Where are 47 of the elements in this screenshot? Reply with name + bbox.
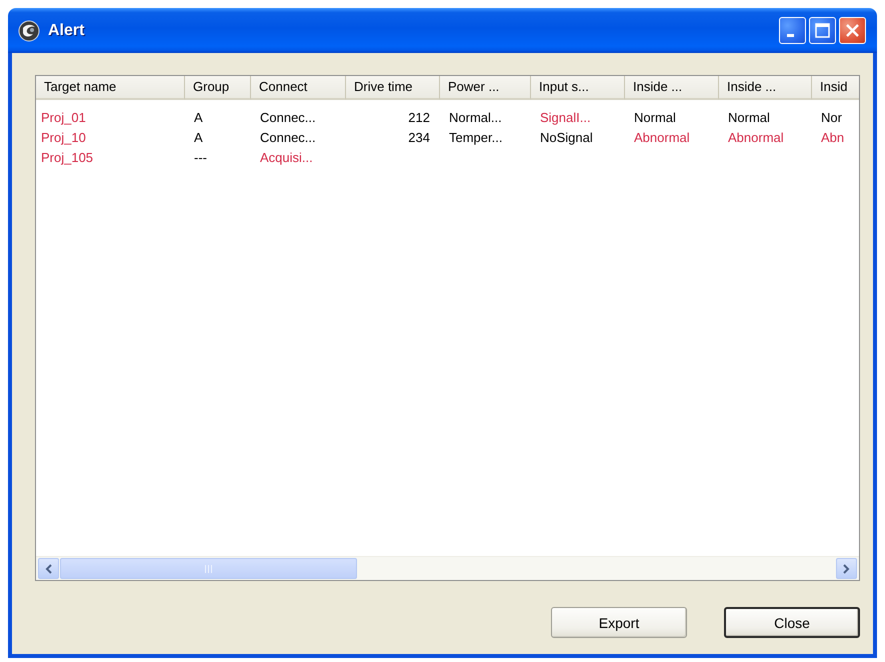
column-header[interactable]: Inside ...	[719, 76, 812, 100]
table-cell-text: ---	[193, 149, 208, 167]
globe-icon	[18, 20, 40, 42]
table-cell-text: Proj_105	[40, 149, 94, 167]
table-cell-text: A	[193, 109, 204, 127]
column-header[interactable]: Inside ...	[625, 76, 719, 100]
table-cell-text: SignalI...	[539, 109, 592, 127]
table-cell-text: 234	[407, 129, 431, 147]
column-header[interactable]: Target name	[36, 76, 185, 100]
table-cell-text: Proj_01	[40, 109, 87, 127]
table-cell-text: Acquisi...	[259, 149, 314, 167]
column-header[interactable]: Power ...	[440, 76, 531, 100]
table-cell-text: Normal	[727, 109, 771, 127]
table-cell-text: NoSignal	[539, 129, 594, 147]
chevron-right-icon	[843, 564, 850, 574]
maximize-icon	[815, 23, 830, 38]
table-cell-text: Connec...	[259, 129, 317, 147]
table-cell-text: Normal	[633, 109, 677, 127]
table-cell-text: Abnormal	[727, 129, 785, 147]
table-cell-text: Abn	[820, 129, 846, 147]
table-cell-text: Abnormal	[633, 129, 691, 147]
minimize-button[interactable]	[779, 17, 806, 44]
column-header[interactable]: Input s...	[531, 76, 625, 100]
column-header[interactable]: Connect	[251, 76, 346, 100]
table-cell-text: Nor	[820, 109, 843, 127]
scroll-left-button[interactable]	[38, 558, 59, 579]
scrollbar-thumb[interactable]	[60, 558, 357, 579]
column-header[interactable]: Drive time	[346, 76, 440, 100]
grip-icon	[205, 564, 212, 572]
minimize-icon	[787, 34, 794, 37]
horizontal-scrollbar[interactable]	[36, 556, 859, 580]
scroll-right-button[interactable]	[836, 558, 857, 579]
maximize-button[interactable]	[809, 17, 836, 44]
table-cell-text: Proj_10	[40, 129, 87, 147]
table-cell-text: Connec...	[259, 109, 317, 127]
column-header[interactable]: Group	[185, 76, 251, 100]
table-cell-text: 212	[407, 109, 431, 127]
close-window-button[interactable]	[839, 17, 866, 44]
table-cell-text: Normal...	[448, 109, 503, 127]
table-cell-text: Temper...	[448, 129, 504, 147]
window-title: Alert	[48, 22, 84, 40]
close-button[interactable]: Close	[724, 607, 860, 638]
column-header[interactable]: Insid	[812, 76, 859, 100]
export-button[interactable]: Export	[551, 607, 687, 638]
chevron-left-icon	[45, 564, 52, 574]
table-cell-text: A	[193, 129, 204, 147]
close-icon	[845, 23, 860, 38]
